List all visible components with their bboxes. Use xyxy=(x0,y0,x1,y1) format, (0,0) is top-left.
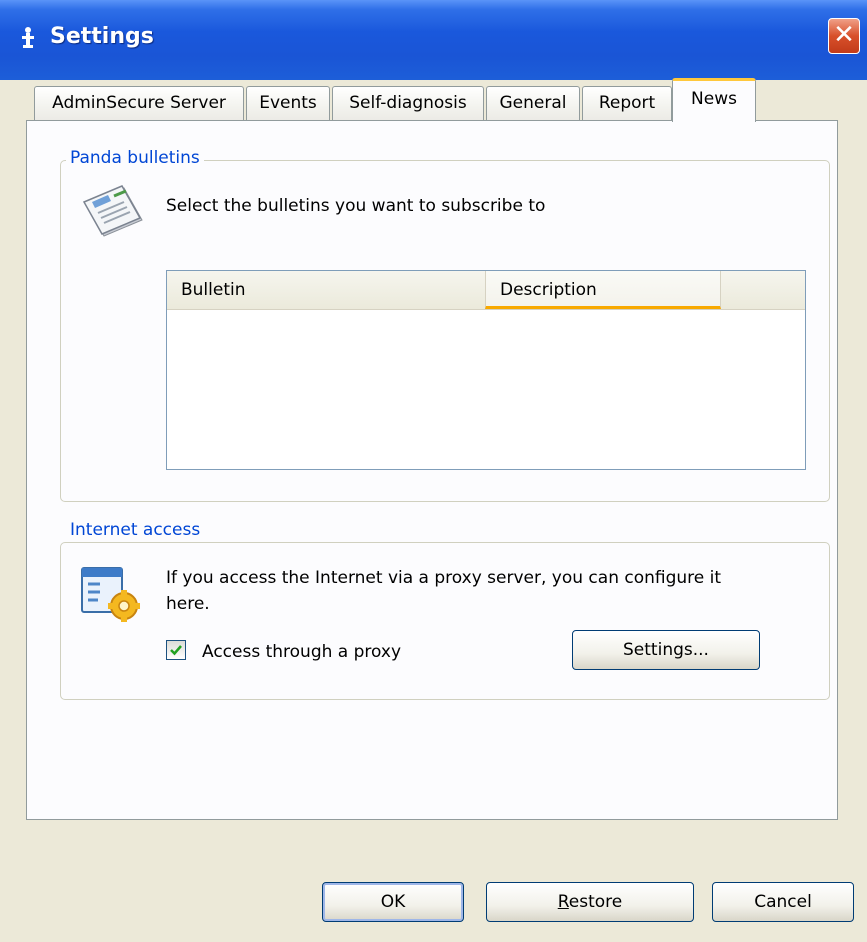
tab-label: AdminSecure Server xyxy=(52,93,226,113)
proxy-description-line2: here. xyxy=(166,594,210,614)
tab-label: Self-diagnosis xyxy=(349,93,467,113)
tab-label: News xyxy=(691,89,737,109)
bulletins-list[interactable]: Bulletin Description xyxy=(166,270,806,470)
checkmark-icon xyxy=(170,645,182,656)
button-label: Cancel xyxy=(754,892,812,912)
tab-label: General xyxy=(499,93,567,113)
button-label: Restore xyxy=(558,892,623,912)
tab-events[interactable]: Events xyxy=(246,86,330,120)
proxy-description-line1: If you access the Internet via a proxy s… xyxy=(166,568,722,588)
column-header-description[interactable]: Description xyxy=(485,271,721,309)
bulletins-group-label: Panda bulletins xyxy=(66,148,204,168)
settings-dialog: Settings ✕ AdminSecure Server Events Sel… xyxy=(0,0,867,942)
mnemonic: R xyxy=(557,892,569,912)
app-icon xyxy=(20,26,36,52)
column-label: Description xyxy=(500,280,597,300)
button-label: Settings... xyxy=(623,640,709,660)
close-icon: ✕ xyxy=(833,20,855,50)
column-header-bulletin[interactable]: Bulletin xyxy=(167,271,485,309)
bulletins-instruction: Select the bulletins you want to subscri… xyxy=(166,196,546,216)
restore-button[interactable]: Restore xyxy=(486,882,694,922)
title-bar[interactable]: Settings ✕ xyxy=(0,0,867,80)
tab-news[interactable]: News xyxy=(672,78,756,122)
tab-adminsecure-server[interactable]: AdminSecure Server xyxy=(34,86,244,120)
proxy-checkbox-label[interactable]: Access through a proxy xyxy=(202,640,401,664)
window-title: Settings xyxy=(50,24,154,49)
proxy-settings-button[interactable]: Settings... xyxy=(572,630,760,670)
newspaper-icon xyxy=(80,184,146,243)
list-header: Bulletin Description xyxy=(167,271,805,310)
button-label: OK xyxy=(380,892,406,912)
tab-label: Events xyxy=(259,93,317,113)
tab-general[interactable]: General xyxy=(486,86,580,120)
proxy-settings-icon xyxy=(80,566,144,629)
tab-report[interactable]: Report xyxy=(582,86,672,120)
button-label-rest: estore xyxy=(568,892,623,912)
tab-self-diagnosis[interactable]: Self-diagnosis xyxy=(332,86,484,120)
column-label: Bulletin xyxy=(181,280,246,300)
cancel-button[interactable]: Cancel xyxy=(712,882,854,922)
close-button[interactable]: ✕ xyxy=(828,18,860,54)
internet-access-group-label: Internet access xyxy=(66,520,205,540)
proxy-checkbox[interactable] xyxy=(166,640,186,660)
ok-button[interactable]: OK xyxy=(322,882,464,922)
tab-label: Report xyxy=(598,93,656,113)
